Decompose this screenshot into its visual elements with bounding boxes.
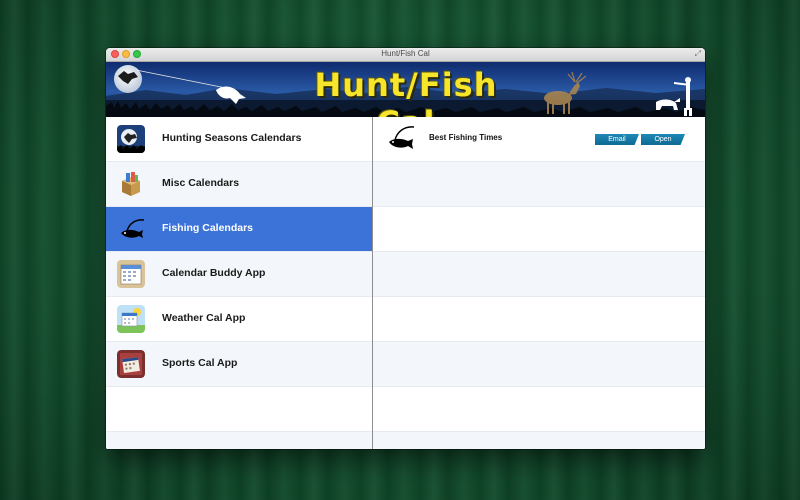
- menu-item-calendar-buddy[interactable]: Calendar Buddy App: [106, 252, 372, 297]
- empty-row: [373, 342, 705, 387]
- empty-row: [373, 207, 705, 252]
- box-icon: [117, 170, 145, 198]
- menu-item-hunting-seasons[interactable]: Hunting Seasons Calendars: [106, 117, 372, 162]
- empty-row: [106, 387, 372, 432]
- menu-item-label: Hunting Seasons Calendars: [162, 132, 302, 144]
- moon-hunter-icon: [117, 125, 145, 153]
- empty-row: [373, 387, 705, 432]
- window-title: Hunt/Fish Cal: [381, 49, 430, 58]
- fish-hook-icon: [383, 123, 415, 155]
- sports-calendar-icon: [117, 350, 145, 378]
- menu-item-label: Fishing Calendars: [162, 222, 254, 234]
- detail-list: Best Fishing Times Email Open: [373, 117, 705, 449]
- menu-item-fishing[interactable]: Fishing Calendars: [106, 207, 372, 252]
- app-window: Hunt/Fish Cal ⤢ Hunt/Fish Hunting Season…: [106, 48, 705, 449]
- title-bar[interactable]: Hunt/Fish Cal ⤢: [106, 48, 705, 62]
- menu-item-label: Calendar Buddy App: [162, 267, 266, 279]
- detail-item-best-fishing-times[interactable]: Best Fishing Times Email Open: [373, 117, 705, 162]
- menu-item-weather-cal[interactable]: Weather Cal App: [106, 297, 372, 342]
- empty-row: [373, 432, 705, 449]
- empty-row: [373, 252, 705, 297]
- fish-hook-icon: [117, 215, 145, 243]
- banner-title: Hunt/Fish Cal: [314, 66, 498, 117]
- menu-item-sports-cal[interactable]: Sports Cal App: [106, 342, 372, 387]
- weather-calendar-icon: [117, 305, 145, 333]
- split-view: Hunting Seasons Calendars Misc Calendars: [106, 117, 705, 449]
- empty-row: [373, 297, 705, 342]
- empty-row: [106, 432, 372, 449]
- menu-item-label: Weather Cal App: [162, 312, 246, 324]
- email-button[interactable]: Email: [595, 134, 639, 145]
- open-button[interactable]: Open: [641, 134, 685, 145]
- detail-item-label: Best Fishing Times: [429, 133, 503, 142]
- calendar-icon: [117, 260, 145, 288]
- menu-item-misc[interactable]: Misc Calendars: [106, 162, 372, 207]
- menu-item-label: Sports Cal App: [162, 357, 238, 369]
- category-list: Hunting Seasons Calendars Misc Calendars: [106, 117, 373, 449]
- fullscreen-icon[interactable]: ⤢: [695, 50, 701, 58]
- header-banner: Hunt/Fish Cal: [106, 62, 705, 117]
- empty-row: [373, 162, 705, 207]
- menu-item-label: Misc Calendars: [162, 177, 240, 189]
